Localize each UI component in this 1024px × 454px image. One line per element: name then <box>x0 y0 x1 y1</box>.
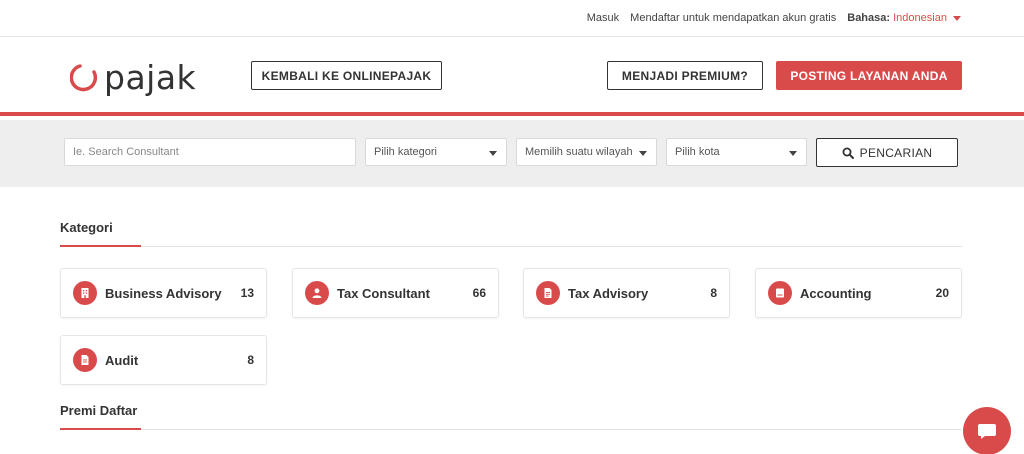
top-utility-bar: Masuk Mendaftar untuk mendapatkan akun g… <box>0 0 1024 37</box>
category-count: 8 <box>247 353 254 367</box>
book-icon <box>768 281 792 305</box>
category-count: 66 <box>472 286 486 300</box>
chevron-down-icon <box>789 151 797 156</box>
category-count: 8 <box>710 286 717 300</box>
category-card-accounting[interactable]: Accounting 20 <box>755 268 962 318</box>
chevron-down-icon <box>489 151 497 156</box>
region-select-value: Memilih suatu wilayah <box>525 146 633 158</box>
city-select[interactable]: Pilih kota <box>666 138 807 166</box>
language-selector[interactable]: Bahasa: Indonesian <box>847 12 961 24</box>
category-card-business-advisory[interactable]: Business Advisory 13 <box>60 268 267 318</box>
divider-accent <box>60 428 141 430</box>
login-link[interactable]: Masuk <box>587 12 619 24</box>
search-field[interactable] <box>64 138 356 166</box>
language-value[interactable]: Indonesian <box>893 12 947 24</box>
category-card-tax-consultant[interactable]: Tax Consultant 66 <box>292 268 499 318</box>
building-icon <box>73 281 97 305</box>
site-header: pajak KEMBALI KE ONLINEPAJAK MENJADI PRE… <box>0 37 1024 116</box>
category-card-audit[interactable]: Audit 8 <box>60 335 267 385</box>
categories-divider <box>60 245 962 247</box>
logo-mark-icon <box>70 64 98 92</box>
top-links: Masuk Mendaftar untuk mendapatkan akun g… <box>587 12 961 24</box>
register-link[interactable]: Mendaftar untuk mendapatkan akun gratis <box>630 12 836 24</box>
divider-accent <box>60 245 141 247</box>
logo-text: pajak <box>104 57 197 97</box>
search-icon <box>842 147 854 159</box>
become-premium-button[interactable]: MENJADI PREMIUM? <box>607 61 763 90</box>
logo[interactable]: pajak <box>70 57 220 97</box>
search-button[interactable]: PENCARIAN <box>816 138 958 167</box>
premium-list-divider <box>60 428 962 430</box>
premium-list-title: Premi Daftar <box>60 403 138 418</box>
category-name: Accounting <box>800 285 872 301</box>
category-name: Tax Advisory <box>568 285 649 301</box>
language-label: Bahasa: <box>847 12 891 24</box>
city-select-value: Pilih kota <box>675 146 720 158</box>
file-icon <box>73 348 97 372</box>
categories-title: Kategori <box>60 220 113 235</box>
category-count: 13 <box>240 286 254 300</box>
chat-icon <box>978 424 996 439</box>
search-bar: Pilih kategori Memilih suatu wilayah Pil… <box>0 120 1024 187</box>
search-button-label: PENCARIAN <box>859 145 933 160</box>
category-card-tax-advisory[interactable]: Tax Advisory 8 <box>523 268 730 318</box>
post-service-button[interactable]: POSTING LAYANAN ANDA <box>776 61 962 90</box>
category-select-value: Pilih kategori <box>374 146 437 158</box>
category-name: Tax Consultant <box>337 285 430 301</box>
document-icon <box>536 281 560 305</box>
category-name: Business Advisory <box>105 285 222 301</box>
category-select[interactable]: Pilih kategori <box>365 138 507 166</box>
chevron-down-icon <box>953 15 961 21</box>
back-to-onlinepajak-button[interactable]: KEMBALI KE ONLINEPAJAK <box>251 61 442 90</box>
chevron-down-icon <box>639 151 647 156</box>
user-icon <box>305 281 329 305</box>
category-name: Audit <box>105 352 139 368</box>
category-count: 20 <box>935 286 949 300</box>
region-select[interactable]: Memilih suatu wilayah <box>516 138 657 166</box>
chat-launcher-button[interactable] <box>963 407 1011 454</box>
search-input[interactable] <box>73 139 355 165</box>
